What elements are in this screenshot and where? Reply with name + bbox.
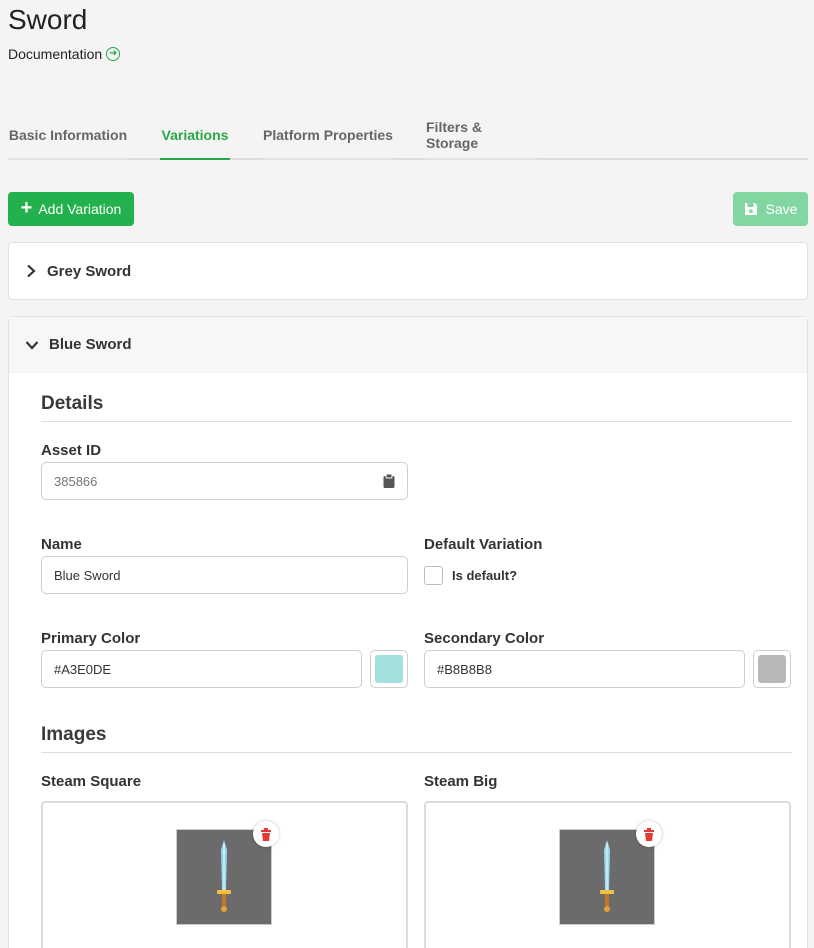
documentation-link-label: Documentation	[8, 46, 103, 62]
primary-color-swatch	[375, 655, 403, 683]
page-title: Sword	[8, 4, 88, 35]
plus-icon: +	[20, 197, 33, 219]
is-default-label: Is default?	[452, 568, 518, 583]
variation-header-grey-sword[interactable]: Grey Sword	[9, 243, 807, 299]
steam-square-image-box[interactable]	[41, 801, 408, 948]
primary-color-picker[interactable]	[370, 650, 408, 688]
chevron-right-icon	[27, 264, 36, 278]
steam-big-image-box[interactable]	[424, 801, 791, 948]
default-variation-label: Default Variation	[424, 536, 543, 553]
images-section-title: Images	[41, 724, 107, 745]
name-label: Name	[41, 536, 82, 553]
clipboard-icon[interactable]	[383, 474, 395, 488]
primary-color-value: #A3E0DE	[54, 661, 112, 677]
asset-id-field[interactable]: 385866	[41, 462, 408, 500]
secondary-color-picker[interactable]	[753, 650, 791, 688]
tab-platform-properties[interactable]: Platform Properties	[262, 112, 394, 160]
tab-filters-storage[interactable]: Filters & Storage	[426, 112, 538, 160]
primary-color-field[interactable]: #A3E0DE	[41, 650, 362, 688]
variation-panel-blue-sword: Blue Sword Details Asset ID 385866 Name …	[8, 316, 808, 948]
secondary-color-value: #B8B8B8	[437, 661, 492, 677]
primary-color-label: Primary Color	[41, 630, 141, 647]
tab-bar: Basic Information Variations Platform Pr…	[8, 112, 808, 160]
add-variation-label: Add Variation	[38, 201, 122, 217]
arrow-right-circle-icon: ➜	[106, 47, 121, 61]
save-button[interactable]: Save	[733, 192, 808, 226]
is-default-checkbox[interactable]	[424, 566, 443, 585]
add-variation-button[interactable]: + Add Variation	[8, 192, 134, 226]
documentation-link[interactable]: Documentation ➜	[8, 46, 121, 62]
name-value: Blue Sword	[54, 567, 121, 583]
variation-name: Blue Sword	[49, 336, 132, 353]
variation-header-blue-sword[interactable]: Blue Sword	[9, 317, 807, 373]
chevron-down-icon	[25, 340, 39, 350]
tab-basic-information[interactable]: Basic Information	[8, 112, 128, 160]
steam-big-label: Steam Big	[424, 773, 498, 790]
trash-icon	[261, 827, 271, 841]
secondary-color-label: Secondary Color	[424, 630, 545, 647]
details-section-title: Details	[41, 393, 104, 414]
delete-image-button[interactable]	[253, 821, 279, 847]
details-divider	[41, 421, 792, 422]
save-label: Save	[765, 201, 798, 217]
trash-icon	[644, 827, 654, 841]
steam-square-label: Steam Square	[41, 773, 142, 790]
asset-id-label: Asset ID	[41, 442, 102, 459]
tab-variations[interactable]: Variations	[160, 112, 230, 160]
name-field[interactable]: Blue Sword	[41, 556, 408, 594]
variation-panel-grey-sword: Grey Sword	[8, 242, 808, 300]
secondary-color-field[interactable]: #B8B8B8	[424, 650, 745, 688]
floppy-disk-icon	[744, 203, 757, 215]
variation-name: Grey Sword	[47, 262, 132, 280]
secondary-color-swatch	[758, 655, 786, 683]
delete-image-button[interactable]	[636, 821, 662, 847]
images-divider	[41, 752, 792, 753]
asset-id-value: 385866	[54, 473, 98, 489]
